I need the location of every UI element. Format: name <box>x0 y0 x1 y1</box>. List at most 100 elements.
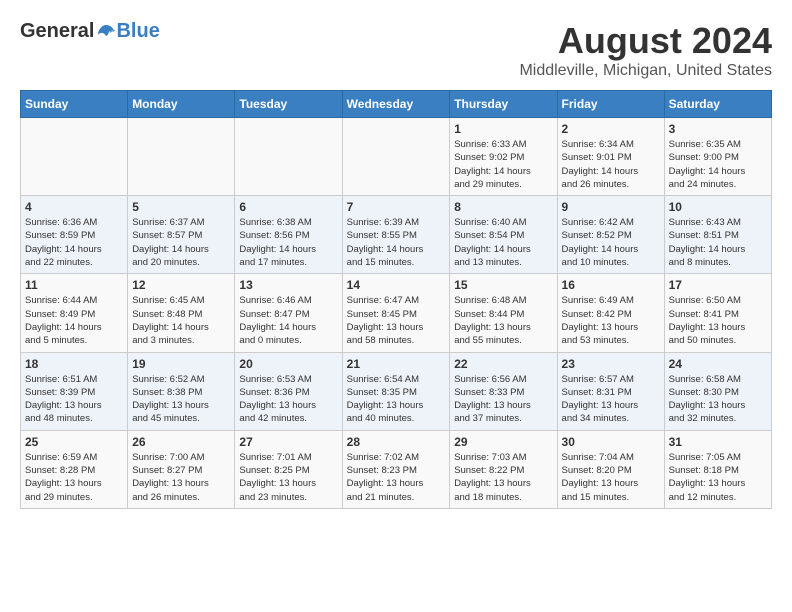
weekday-header-saturday: Saturday <box>664 91 771 118</box>
logo-blue-text: Blue <box>116 20 159 43</box>
day-info: Sunrise: 7:02 AM Sunset: 8:23 PM Dayligh… <box>347 451 446 504</box>
calendar-cell: 23 Sunrise: 6:57 AM Sunset: 8:31 PM Dayli… <box>557 352 664 430</box>
day-number: 6 <box>239 200 337 214</box>
day-info: Sunrise: 6:47 AM Sunset: 8:45 PM Dayligh… <box>347 294 446 347</box>
calendar-cell: 26 Sunrise: 7:00 AM Sunset: 8:27 PM Dayli… <box>128 430 235 508</box>
day-info: Sunrise: 6:48 AM Sunset: 8:44 PM Dayligh… <box>454 294 552 347</box>
weekday-header-wednesday: Wednesday <box>342 91 450 118</box>
calendar-cell: 20 Sunrise: 6:53 AM Sunset: 8:36 PM Dayli… <box>235 352 342 430</box>
day-number: 29 <box>454 435 552 449</box>
calendar-cell: 24 Sunrise: 6:58 AM Sunset: 8:30 PM Dayli… <box>664 352 771 430</box>
day-info: Sunrise: 6:56 AM Sunset: 8:33 PM Dayligh… <box>454 373 552 426</box>
weekday-header-sunday: Sunday <box>21 91 128 118</box>
calendar-week-row: 11 Sunrise: 6:44 AM Sunset: 8:49 PM Dayli… <box>21 274 772 352</box>
day-number: 2 <box>562 122 660 136</box>
month-title: August 2024 <box>519 20 772 62</box>
day-info: Sunrise: 6:54 AM Sunset: 8:35 PM Dayligh… <box>347 373 446 426</box>
day-info: Sunrise: 6:44 AM Sunset: 8:49 PM Dayligh… <box>25 294 123 347</box>
day-info: Sunrise: 6:46 AM Sunset: 8:47 PM Dayligh… <box>239 294 337 347</box>
day-number: 4 <box>25 200 123 214</box>
day-info: Sunrise: 6:36 AM Sunset: 8:59 PM Dayligh… <box>25 216 123 269</box>
calendar-cell: 7 Sunrise: 6:39 AM Sunset: 8:55 PM Daylig… <box>342 196 450 274</box>
calendar-cell: 2 Sunrise: 6:34 AM Sunset: 9:01 PM Daylig… <box>557 118 664 196</box>
day-number: 12 <box>132 278 230 292</box>
day-info: Sunrise: 6:33 AM Sunset: 9:02 PM Dayligh… <box>454 138 552 191</box>
calendar-cell: 9Sunrise: 6:42 AM Sunset: 8:52 PM Daylig… <box>557 196 664 274</box>
day-number: 31 <box>669 435 767 449</box>
day-info: Sunrise: 6:58 AM Sunset: 8:30 PM Dayligh… <box>669 373 767 426</box>
day-number: 21 <box>347 357 446 371</box>
day-info: Sunrise: 6:57 AM Sunset: 8:31 PM Dayligh… <box>562 373 660 426</box>
logo-general-text: General <box>20 20 94 43</box>
day-number: 9 <box>562 200 660 214</box>
day-number: 17 <box>669 278 767 292</box>
calendar-cell: 25Sunrise: 6:59 AM Sunset: 8:28 PM Dayli… <box>21 430 128 508</box>
day-info: Sunrise: 6:34 AM Sunset: 9:01 PM Dayligh… <box>562 138 660 191</box>
logo-bird-icon <box>96 22 116 42</box>
day-info: Sunrise: 6:49 AM Sunset: 8:42 PM Dayligh… <box>562 294 660 347</box>
weekday-header-friday: Friday <box>557 91 664 118</box>
calendar-cell <box>21 118 128 196</box>
calendar-cell <box>235 118 342 196</box>
day-number: 26 <box>132 435 230 449</box>
day-info: Sunrise: 6:37 AM Sunset: 8:57 PM Dayligh… <box>132 216 230 269</box>
calendar-cell: 11 Sunrise: 6:44 AM Sunset: 8:49 PM Dayli… <box>21 274 128 352</box>
day-number: 3 <box>669 122 767 136</box>
day-info: Sunrise: 6:43 AM Sunset: 8:51 PM Dayligh… <box>669 216 767 269</box>
calendar-cell: 14Sunrise: 6:47 AM Sunset: 8:45 PM Dayli… <box>342 274 450 352</box>
calendar-week-row: 25Sunrise: 6:59 AM Sunset: 8:28 PM Dayli… <box>21 430 772 508</box>
day-info: Sunrise: 6:40 AM Sunset: 8:54 PM Dayligh… <box>454 216 552 269</box>
day-info: Sunrise: 6:51 AM Sunset: 8:39 PM Dayligh… <box>25 373 123 426</box>
day-number: 24 <box>669 357 767 371</box>
day-number: 23 <box>562 357 660 371</box>
day-number: 27 <box>239 435 337 449</box>
day-info: Sunrise: 7:00 AM Sunset: 8:27 PM Dayligh… <box>132 451 230 504</box>
calendar-cell: 30 Sunrise: 7:04 AM Sunset: 8:20 PM Dayli… <box>557 430 664 508</box>
logo: General Blue <box>20 20 160 43</box>
weekday-header-row: SundayMondayTuesdayWednesdayThursdayFrid… <box>21 91 772 118</box>
calendar-cell: 3 Sunrise: 6:35 AM Sunset: 9:00 PM Daylig… <box>664 118 771 196</box>
day-info: Sunrise: 6:53 AM Sunset: 8:36 PM Dayligh… <box>239 373 337 426</box>
calendar-cell: 1 Sunrise: 6:33 AM Sunset: 9:02 PM Daylig… <box>450 118 557 196</box>
calendar-cell: 13 Sunrise: 6:46 AM Sunset: 8:47 PM Dayli… <box>235 274 342 352</box>
weekday-header-tuesday: Tuesday <box>235 91 342 118</box>
day-number: 1 <box>454 122 552 136</box>
day-number: 15 <box>454 278 552 292</box>
weekday-header-monday: Monday <box>128 91 235 118</box>
day-number: 13 <box>239 278 337 292</box>
day-number: 11 <box>25 278 123 292</box>
calendar-cell: 6Sunrise: 6:38 AM Sunset: 8:56 PM Daylig… <box>235 196 342 274</box>
day-number: 10 <box>669 200 767 214</box>
day-info: Sunrise: 6:45 AM Sunset: 8:48 PM Dayligh… <box>132 294 230 347</box>
calendar-cell: 10 Sunrise: 6:43 AM Sunset: 8:51 PM Dayli… <box>664 196 771 274</box>
calendar-cell: 19Sunrise: 6:52 AM Sunset: 8:38 PM Dayli… <box>128 352 235 430</box>
day-info: Sunrise: 7:01 AM Sunset: 8:25 PM Dayligh… <box>239 451 337 504</box>
day-info: Sunrise: 6:39 AM Sunset: 8:55 PM Dayligh… <box>347 216 446 269</box>
day-number: 25 <box>25 435 123 449</box>
calendar-week-row: 1 Sunrise: 6:33 AM Sunset: 9:02 PM Daylig… <box>21 118 772 196</box>
day-number: 18 <box>25 357 123 371</box>
calendar-week-row: 4 Sunrise: 6:36 AM Sunset: 8:59 PM Daylig… <box>21 196 772 274</box>
day-number: 8 <box>454 200 552 214</box>
calendar-cell: 31 Sunrise: 7:05 AM Sunset: 8:18 PM Dayli… <box>664 430 771 508</box>
calendar-cell: 16Sunrise: 6:49 AM Sunset: 8:42 PM Dayli… <box>557 274 664 352</box>
page-header: General Blue August 2024 Middleville, Mi… <box>20 20 772 80</box>
title-section: August 2024 Middleville, Michigan, Unite… <box>519 20 772 80</box>
day-number: 22 <box>454 357 552 371</box>
calendar-cell: 8 Sunrise: 6:40 AM Sunset: 8:54 PM Daylig… <box>450 196 557 274</box>
day-number: 7 <box>347 200 446 214</box>
calendar-cell: 29 Sunrise: 7:03 AM Sunset: 8:22 PM Dayli… <box>450 430 557 508</box>
calendar-cell: 5Sunrise: 6:37 AM Sunset: 8:57 PM Daylig… <box>128 196 235 274</box>
location: Middleville, Michigan, United States <box>519 62 772 80</box>
calendar-cell: 22 Sunrise: 6:56 AM Sunset: 8:33 PM Dayli… <box>450 352 557 430</box>
calendar-cell: 27 Sunrise: 7:01 AM Sunset: 8:25 PM Dayli… <box>235 430 342 508</box>
day-info: Sunrise: 7:04 AM Sunset: 8:20 PM Dayligh… <box>562 451 660 504</box>
calendar-cell: 12 Sunrise: 6:45 AM Sunset: 8:48 PM Dayli… <box>128 274 235 352</box>
calendar-week-row: 18 Sunrise: 6:51 AM Sunset: 8:39 PM Dayli… <box>21 352 772 430</box>
day-number: 30 <box>562 435 660 449</box>
day-info: Sunrise: 7:05 AM Sunset: 8:18 PM Dayligh… <box>669 451 767 504</box>
day-number: 20 <box>239 357 337 371</box>
day-info: Sunrise: 7:03 AM Sunset: 8:22 PM Dayligh… <box>454 451 552 504</box>
day-number: 28 <box>347 435 446 449</box>
day-info: Sunrise: 6:35 AM Sunset: 9:00 PM Dayligh… <box>669 138 767 191</box>
